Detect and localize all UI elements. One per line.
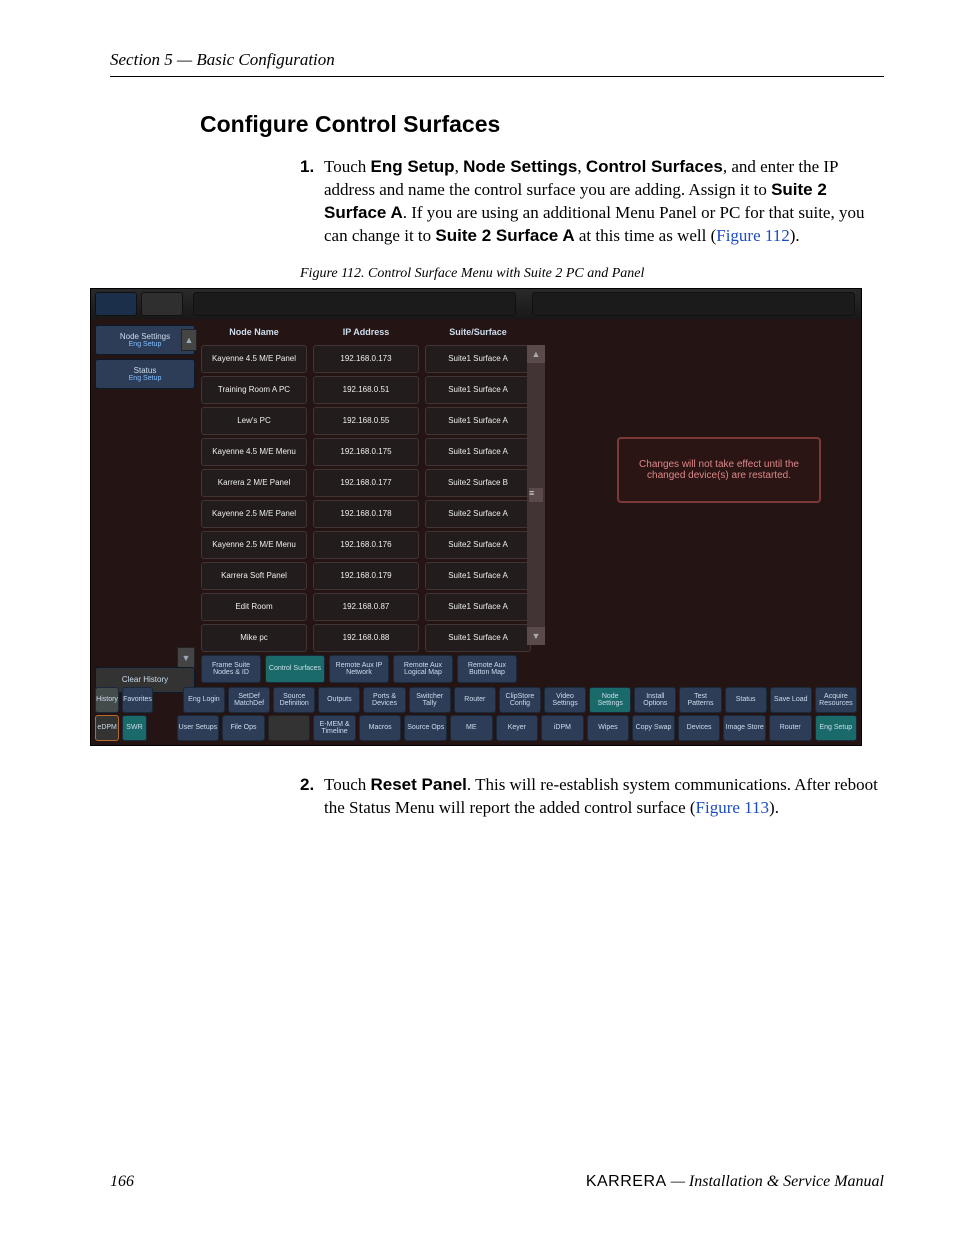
table-scrollbar[interactable]: ▲ ≡ ▼ [527,345,545,645]
test-patterns-button[interactable]: Test Patterns [679,687,721,713]
table-row[interactable]: Lew's PC192.168.0.55Suite1 Surface A [201,407,531,435]
video-settings-button[interactable]: Video Settings [544,687,586,713]
tab-frame-suite[interactable]: Frame Suite Nodes & ID [201,655,261,683]
emem-button[interactable]: E-MEM & Timeline [313,715,356,741]
favorites-button[interactable]: Favorites [122,687,153,713]
table-row[interactable]: Kayenne 4.5 M/E Panel192.168.0.173Suite1… [201,345,531,373]
section-header: Section 5 — Basic Configuration [110,50,884,70]
install-options-button[interactable]: Install Options [634,687,676,713]
wipes-button[interactable]: Wipes [587,715,630,741]
status-button[interactable]: Status [725,687,767,713]
empty-button [268,715,311,741]
app-topbar [91,289,861,319]
node-settings-button[interactable]: Node Settings [589,687,631,713]
keyer-button[interactable]: Keyer [496,715,539,741]
tab-remote-aux-logical[interactable]: Remote Aux Logical Map [393,655,453,683]
sidebar: Node Settings Eng Setup ▲ Status Eng Set… [95,325,195,739]
ports-devices-button[interactable]: Ports & Devices [363,687,405,713]
step-2-num: 2. [300,774,314,797]
figure-link-113[interactable]: Figure 113 [696,798,770,817]
main-table: Node Name IP Address Suite/Surface Kayen… [201,323,531,655]
table-row[interactable]: Karrera 2 M/E Panel192.168.0.177Suite2 S… [201,469,531,497]
step-1-num: 1. [300,156,314,179]
clipstore-button[interactable]: ClipStore Config [499,687,541,713]
image-store-button[interactable]: Image Store [723,715,766,741]
table-row[interactable]: Kayenne 2.5 M/E Menu192.168.0.176Suite2 … [201,531,531,559]
tab-remote-aux-ip[interactable]: Remote Aux IP Network [329,655,389,683]
page-footer: 166 KARRERA — Installation & Service Man… [110,1173,884,1191]
figure-link-112[interactable]: Figure 112 [716,226,790,245]
copy-swap-button[interactable]: Copy Swap [632,715,675,741]
acquire-button[interactable]: Acquire Resources [815,687,857,713]
me-button[interactable]: ME [450,715,493,741]
bottom-row-2: eDPM SWR User Setups File Ops E-MEM & Ti… [95,715,857,741]
eng-setup-button[interactable]: Eng Setup [815,715,858,741]
th-node-name: Node Name [201,323,307,341]
scroll-up-icon[interactable]: ▲ [527,345,545,363]
source-ops-button[interactable]: Source Ops [404,715,447,741]
tab-control-surfaces[interactable]: Control Surfaces [265,655,325,683]
idpm-button[interactable]: iDPM [541,715,584,741]
heading-configure: Configure Control Surfaces [200,111,884,138]
swr-button[interactable]: SWR [122,715,146,741]
router2-button[interactable]: Router [769,715,812,741]
tab-remote-aux-button[interactable]: Remote Aux Button Map [457,655,517,683]
subtab-row: Frame Suite Nodes & ID Control Surfaces … [201,655,517,683]
history-button[interactable]: History [95,687,119,713]
save-load-button[interactable]: Save Load [770,687,812,713]
table-row[interactable]: Training Room A PC192.168.0.51Suite1 Sur… [201,376,531,404]
th-suite-surface: Suite/Surface [425,323,531,341]
outputs-button[interactable]: Outputs [318,687,360,713]
source-def-button[interactable]: Source Definition [273,687,315,713]
scroll-up-icon[interactable]: ▲ [181,329,197,351]
manual-title: KARRERA — Installation & Service Manual [586,1173,884,1191]
topbar-tab[interactable] [95,292,137,316]
step-1: 1. Touch Eng Setup, Node Settings, Contr… [300,156,884,248]
topbar-tab[interactable] [141,292,183,316]
table-row[interactable]: Edit Room192.168.0.87Suite1 Surface A [201,593,531,621]
switcher-tally-button[interactable]: Switcher Tally [409,687,451,713]
step-2: 2. Touch Reset Panel. This will re-estab… [300,774,884,820]
topbar-spacer [193,292,516,316]
table-body: Kayenne 4.5 M/E Panel192.168.0.173Suite1… [201,345,531,652]
router-button[interactable]: Router [454,687,496,713]
scroll-down-icon[interactable]: ▼ [177,647,195,669]
edpm-button[interactable]: eDPM [95,715,119,741]
topbar-spacer [532,292,855,316]
restart-notice: Changes will not take effect until the c… [617,437,821,503]
screenshot-control-surface-menu: Node Settings Eng Setup ▲ Status Eng Set… [90,288,862,746]
bottom-row-1: History Favorites Eng Login SetDef Match… [95,687,857,713]
table-row[interactable]: Kayenne 4.5 M/E Menu192.168.0.175Suite1 … [201,438,531,466]
rule [110,76,884,77]
file-ops-button[interactable]: File Ops [222,715,265,741]
devices-button[interactable]: Devices [678,715,721,741]
user-setups-button[interactable]: User Setups [177,715,220,741]
table-row[interactable]: Karrera Soft Panel192.168.0.179Suite1 Su… [201,562,531,590]
eng-login-button[interactable]: Eng Login [183,687,225,713]
table-row[interactable]: Kayenne 2.5 M/E Panel192.168.0.178Suite2… [201,500,531,528]
setdef-button[interactable]: SetDef MatchDef [228,687,270,713]
macros-button[interactable]: Macros [359,715,402,741]
figure-caption: Figure 112. Control Surface Menu with Su… [300,266,884,282]
table-headers: Node Name IP Address Suite/Surface [201,323,531,341]
scroll-down-icon[interactable]: ▼ [527,627,545,645]
page-number: 166 [110,1173,134,1191]
table-row[interactable]: Mike pc192.168.0.88Suite1 Surface A [201,624,531,652]
th-ip-address: IP Address [313,323,419,341]
sidebar-node-settings[interactable]: Node Settings Eng Setup [95,325,195,355]
sidebar-status[interactable]: Status Eng Setup [95,359,195,389]
